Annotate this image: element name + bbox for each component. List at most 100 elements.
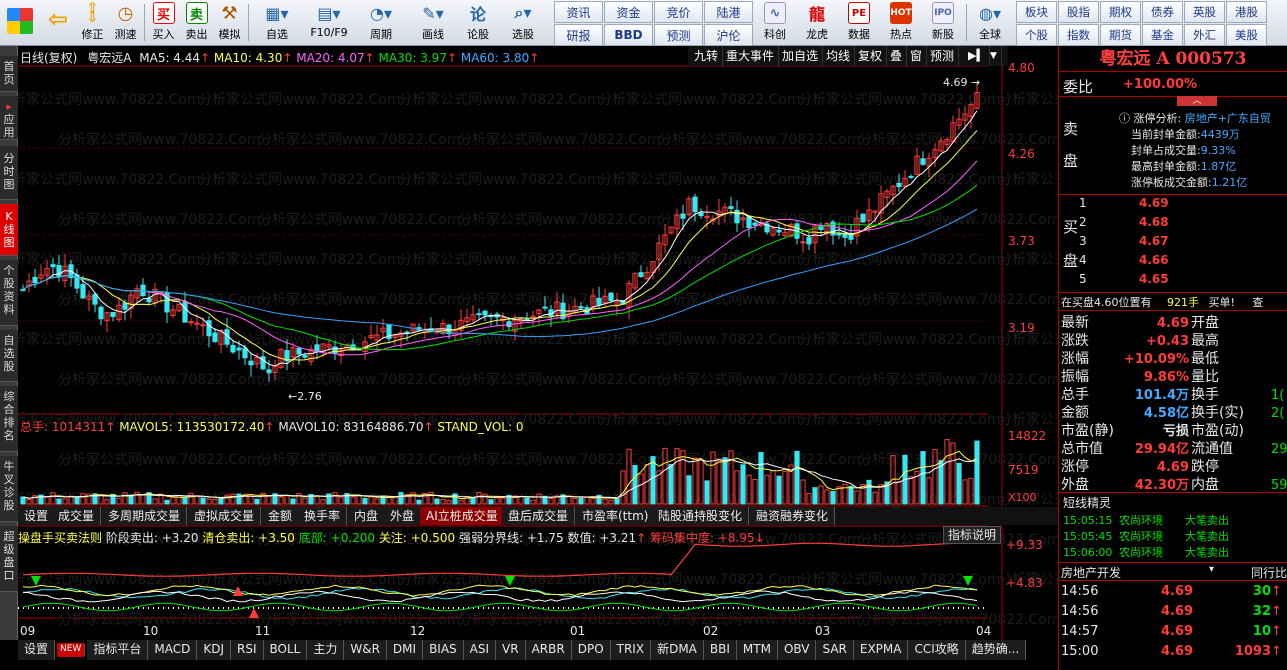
grid-btn-hk[interactable]: 港股	[1226, 1, 1267, 23]
sub-tab-11[interactable]: 陆股通持股变化	[652, 507, 750, 525]
kechuang-button[interactable]: ∿ 科创	[754, 0, 796, 46]
grid-btn-bonds[interactable]: 债券	[1142, 1, 1183, 23]
period-button[interactable]: ◔▾ 周期	[355, 0, 407, 46]
bottom-tab-5[interactable]: RSI	[231, 640, 264, 660]
bottom-tab-2[interactable]: 指标平台	[87, 640, 149, 660]
grid-btn-bid[interactable]: 竞价	[654, 1, 703, 23]
left-tab-watchlist[interactable]: 自选股	[0, 330, 18, 382]
grid-btn-stocks[interactable]: 个股	[1016, 24, 1057, 46]
bottom-tab-11[interactable]: ASI	[463, 640, 497, 660]
grid-btn-futures[interactable]: 期货	[1100, 24, 1141, 46]
bottom-tab-4[interactable]: KDJ	[197, 640, 231, 660]
grid-btn-index[interactable]: 指数	[1058, 24, 1099, 46]
tab-ma[interactable]: 均线	[822, 46, 856, 66]
tab-jiuzhuan[interactable]: 九转	[690, 46, 724, 66]
grid-btn-funds[interactable]: 基金	[1142, 24, 1183, 46]
left-tab-handicap[interactable]: 超级盘口	[0, 526, 18, 592]
grid-btn-fx[interactable]: 外汇	[1184, 24, 1225, 46]
bottom-tab-20[interactable]: SAR	[816, 640, 854, 660]
bottom-tab-6[interactable]: BOLL	[263, 640, 308, 660]
tab-add-watch[interactable]: 加自选	[778, 46, 824, 66]
sell-button[interactable]: 卖 卖出	[180, 0, 213, 46]
grid-btn-lugang[interactable]: 陆港	[704, 1, 753, 23]
back-button[interactable]: ⇦	[40, 0, 76, 46]
sub-tab-0[interactable]: 设置	[18, 507, 56, 525]
sub-tab-3[interactable]: 虚拟成交量	[188, 507, 262, 525]
sub-tab-1[interactable]: 成交量	[52, 507, 102, 525]
grid-btn-forecast[interactable]: 预测	[654, 24, 703, 46]
bottom-tab-14[interactable]: DPO	[571, 640, 611, 660]
grid-btn-options[interactable]: 期权	[1100, 1, 1141, 23]
tab-window[interactable]: 窗	[906, 46, 928, 66]
left-tab-diagnose[interactable]: 牛叉诊股	[0, 456, 18, 522]
sub-tab-12[interactable]: 融资融券变化	[750, 507, 836, 525]
bottom-tab-16[interactable]: 新DMA	[651, 640, 704, 660]
buy-notice[interactable]: 在买盘4.60位置有 921手 买单! 查	[1061, 294, 1263, 310]
simulate-button[interactable]: ⚒ 模拟	[213, 0, 246, 46]
bid-row-4[interactable]: 4 4.66	[1079, 253, 1169, 267]
grid-btn-research[interactable]: 研报	[554, 24, 603, 46]
bottom-tab-8[interactable]: W&R	[344, 640, 387, 660]
elf-row-1[interactable]: 15:05:45 农尚环境 大笔卖出	[1063, 528, 1229, 544]
sector-dropdown-icon[interactable]: ▾	[1209, 564, 1214, 575]
grid-btn-news[interactable]: 资讯	[554, 1, 603, 23]
elf-row-0[interactable]: 15:05:15 农尚环境 大笔卖出	[1063, 512, 1229, 528]
menu-button[interactable]	[0, 0, 40, 46]
bottom-tab-18[interactable]: MTM	[736, 640, 778, 660]
grid-btn-index-futures[interactable]: 股指	[1058, 1, 1099, 23]
grid-btn-fund[interactable]: 资金	[604, 1, 653, 23]
grid-btn-hulun[interactable]: 沪伦	[704, 24, 753, 46]
bottom-tab-19[interactable]: OBV	[777, 640, 817, 660]
sub-tab-5[interactable]: 换手率	[298, 507, 348, 525]
sector-compare[interactable]: 同行比	[1251, 564, 1287, 581]
sub-tab-9[interactable]: 盘后成交量	[502, 507, 576, 525]
select-stock-button[interactable]: ⌕▾ 选股	[497, 0, 549, 46]
bid-row-5[interactable]: 5 4.65	[1079, 272, 1169, 286]
grid-btn-uk[interactable]: 英股	[1184, 1, 1225, 23]
fix-button[interactable]: ⇧ ⇩ 修正	[76, 0, 109, 46]
kline-chart-area[interactable]: 分析家公式网www.70822.Com 分析家公式网www.70822.Com 分析…	[0, 46, 1260, 640]
bid-row-3[interactable]: 3 4.67	[1079, 234, 1169, 248]
speed-button[interactable]: ◷ 测速	[109, 0, 142, 46]
bottom-tab-13[interactable]: ARBR	[525, 640, 572, 660]
data-button[interactable]: PE 数据	[838, 0, 880, 46]
bottom-tab-3[interactable]: MACD	[148, 640, 198, 660]
sub-tab-6[interactable]: 内盘	[348, 507, 386, 525]
bid-row-2[interactable]: 2 4.68	[1079, 215, 1169, 229]
sub-tab-2[interactable]: 多周期成交量	[102, 507, 188, 525]
left-tab-kline[interactable]: K线图	[0, 204, 18, 256]
tab-forecast[interactable]: 预测	[926, 46, 960, 66]
discuss-button[interactable]: 论 论股	[459, 0, 497, 46]
collapse-icon[interactable]: ︿	[1177, 96, 1217, 106]
buy-button[interactable]: 买 买入	[147, 0, 180, 46]
grid-btn-bbd[interactable]: BBD	[604, 24, 653, 46]
dropdown-icon[interactable]: ▼	[986, 46, 1002, 66]
left-tab-timeshare[interactable]: 分时图	[0, 146, 18, 200]
grid-btn-us[interactable]: 美股	[1226, 24, 1267, 46]
watchlist-button[interactable]: ▦▾ 自选	[251, 0, 303, 46]
left-tab-profile[interactable]: 个股资料	[0, 260, 18, 326]
sub-tab-10[interactable]: 市盈率(ttm)	[576, 507, 656, 525]
bid-row-1[interactable]: 1 4.69	[1079, 196, 1169, 210]
global-button[interactable]: ◍▾ 全球	[969, 0, 1011, 46]
sub-tab-4[interactable]: 金额	[262, 507, 300, 525]
f10-button[interactable]: ▤▾ F10/F9	[303, 0, 355, 46]
bottom-tab-15[interactable]: TRIX	[610, 640, 652, 660]
elf-row-2[interactable]: 15:06:00 农尚环境 大笔卖出	[1063, 544, 1229, 560]
hot-button[interactable]: HOT 热点	[880, 0, 922, 46]
bottom-tab-7[interactable]: 主力	[307, 640, 345, 660]
ipo-button[interactable]: IPO 新股	[922, 0, 964, 46]
draw-button[interactable]: ✎▾ 画线	[407, 0, 459, 46]
tab-overlay[interactable]: 叠	[886, 46, 908, 66]
bottom-tab-10[interactable]: BIAS	[423, 640, 464, 660]
left-tab-ranking[interactable]: 综合排名	[0, 386, 18, 452]
grid-btn-sector[interactable]: 板块	[1016, 1, 1057, 23]
bottom-tab-17[interactable]: BBI	[703, 640, 737, 660]
sub-tab-7[interactable]: 外盘	[384, 507, 422, 525]
left-tab-apps[interactable]: ▸ 应用	[0, 96, 18, 140]
sub-tab-8[interactable]: AI立桩成交量	[420, 507, 505, 525]
bottom-tab-21[interactable]: EXPMA	[853, 640, 909, 660]
tab-major-events[interactable]: 重大事件	[722, 46, 780, 66]
indicator-help-button[interactable]: 指标说明	[943, 526, 1002, 544]
bottom-tab-22[interactable]: CCI攻略	[908, 640, 966, 660]
